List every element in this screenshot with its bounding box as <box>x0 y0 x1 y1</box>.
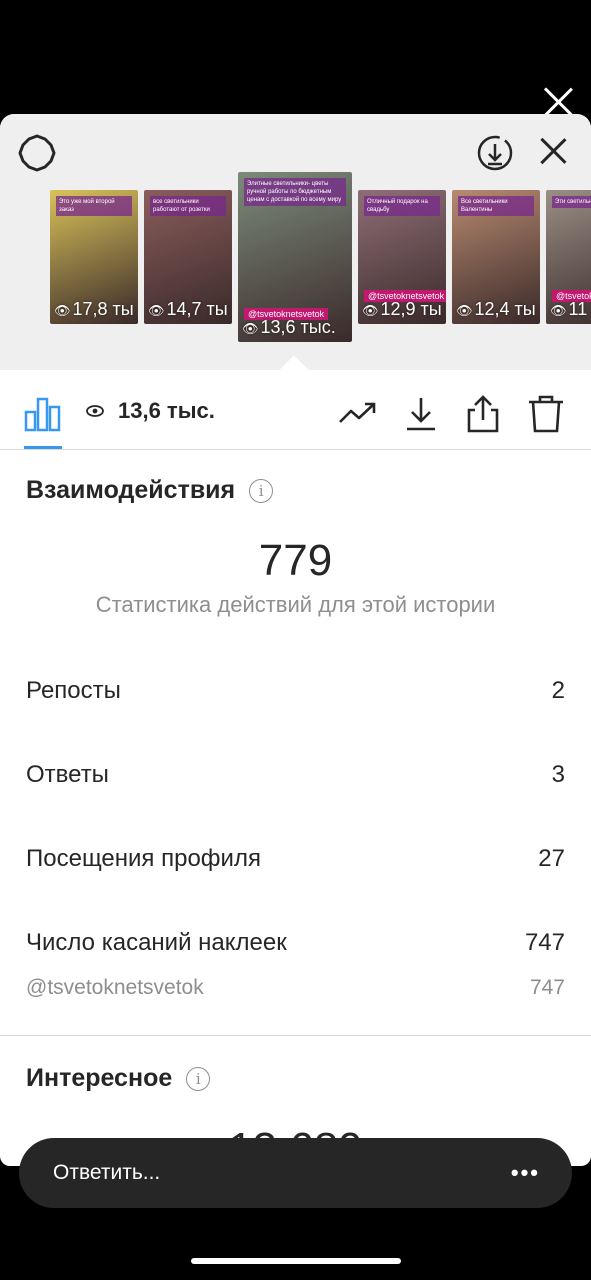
reply-input[interactable]: Ответить... <box>53 1161 160 1185</box>
info-icon[interactable]: i <box>249 478 274 503</box>
story-caption: Это уже мой второй заказ <box>56 196 132 216</box>
eye-icon: 👁 <box>242 321 259 336</box>
home-indicator <box>191 1258 401 1264</box>
story-views-label: 17,8 ты <box>72 299 134 319</box>
story-caption: все светильники работают от розетки <box>150 196 226 216</box>
story-views-label: 11 <box>568 299 588 319</box>
interactions-total: 779 <box>258 536 333 585</box>
discovery-heading: Интересное i <box>26 1064 211 1093</box>
story-caption: Эти светильники <box>552 196 591 208</box>
stat-row-profile-visits: Посещения профиля 27 <box>26 845 565 873</box>
stat-value: 3 <box>551 761 565 788</box>
sticker-mention-label[interactable]: @tsvetoknetsvetok <box>26 976 204 1000</box>
interactions-title: Взаимодействия <box>26 476 236 504</box>
stat-value: 2 <box>551 677 565 704</box>
stat-label: Число касаний наклеек <box>26 929 287 956</box>
trash-icon[interactable] <box>526 394 566 434</box>
story-thumbnail[interactable]: все светильники работают от розетки 👁 14,7… <box>144 190 232 324</box>
interactions-subtitle: Статистика действий для этой истории <box>95 592 496 617</box>
discovery-title: Интересное <box>26 1064 173 1092</box>
section-divider <box>0 1035 591 1036</box>
story-caption: Элитные светильники- цветы ручной работы… <box>244 178 346 206</box>
story-views: 👁 11 <box>550 299 587 320</box>
insights-sheet: Это уже мой второй заказ 👁 17,8 ты все свет… <box>0 114 591 1166</box>
story-thumbnail[interactable]: Элитные светильники- цветы ручной работы… <box>238 172 352 342</box>
interactions-heading: Взаимодействия i <box>26 476 274 505</box>
eye-icon: 👁 <box>362 303 379 318</box>
story-thumbnail[interactable]: Эти светильники@tsvetok👁11 <box>546 190 591 324</box>
views-count-label: 13,6 тыс. <box>118 398 215 423</box>
stat-value: 747 <box>524 929 565 956</box>
story-views: 👁 12,4 ты <box>456 299 536 320</box>
info-icon[interactable]: i <box>186 1066 211 1091</box>
download-circle-icon[interactable] <box>476 134 514 172</box>
story-views-label: 12,9 ты <box>380 299 442 319</box>
active-tab-indicator <box>24 446 62 449</box>
story-views: 👁 12,9 ты <box>362 299 442 320</box>
close-icon[interactable] <box>536 134 570 168</box>
story-caption: Отличный подарок на свадьбу <box>364 196 440 216</box>
sticker-mention-value: 747 <box>529 976 565 999</box>
story-thumbnail[interactable]: Отличный подарок на свадьбу @tsvetoknetsv… <box>358 190 446 324</box>
stat-label: Репосты <box>26 677 121 704</box>
stat-row-reposts: Репосты 2 <box>26 677 565 705</box>
story-thumbnail[interactable]: Все светильники Валентины 👁 12,4 ты <box>452 190 540 324</box>
share-icon[interactable] <box>463 394 503 434</box>
story-views: 👁 14,7 ты <box>148 299 228 320</box>
download-icon[interactable] <box>401 394 441 434</box>
stat-row-sticker-mention[interactable]: @tsvetoknetsvetok 747 <box>26 976 565 1000</box>
more-options-icon[interactable]: ••• <box>511 1160 540 1186</box>
stat-row-replies: Ответы 3 <box>26 761 565 789</box>
stat-row-sticker-taps: Число касаний наклеек 747 <box>26 929 565 957</box>
story-strip: Это уже мой второй заказ 👁 17,8 ты все свет… <box>0 114 591 387</box>
story-caption: Все светильники Валентины <box>458 196 534 216</box>
story-views-label: 12,4 ты <box>474 299 536 319</box>
story-views-label: 14,7 ты <box>166 299 228 319</box>
eye-icon: 👁 <box>148 303 165 318</box>
reply-bar[interactable]: Ответить... ••• <box>19 1138 572 1208</box>
eye-icon: 👁 <box>54 303 71 318</box>
gear-icon[interactable] <box>18 134 56 172</box>
stat-value: 27 <box>538 845 565 872</box>
eye-icon: 👁 <box>550 303 567 318</box>
eye-icon: 👁 <box>456 303 473 318</box>
story-thumbnail[interactable]: Это уже мой второй заказ 👁 17,8 ты <box>50 190 138 324</box>
trending-up-icon[interactable] <box>338 394 378 434</box>
insights-toolbar: 13,6 тыс. <box>0 370 591 450</box>
stat-label: Посещения профиля <box>26 845 261 872</box>
views-count: 13,6 тыс. <box>86 398 215 424</box>
bar-chart-icon[interactable] <box>24 396 62 432</box>
story-views: 👁 13,6 тыс. <box>242 317 336 338</box>
story-views: 👁 17,8 ты <box>54 299 134 320</box>
story-views-label: 13,6 тыс. <box>260 317 336 337</box>
stat-label: Ответы <box>26 761 109 788</box>
eye-icon <box>86 405 104 417</box>
